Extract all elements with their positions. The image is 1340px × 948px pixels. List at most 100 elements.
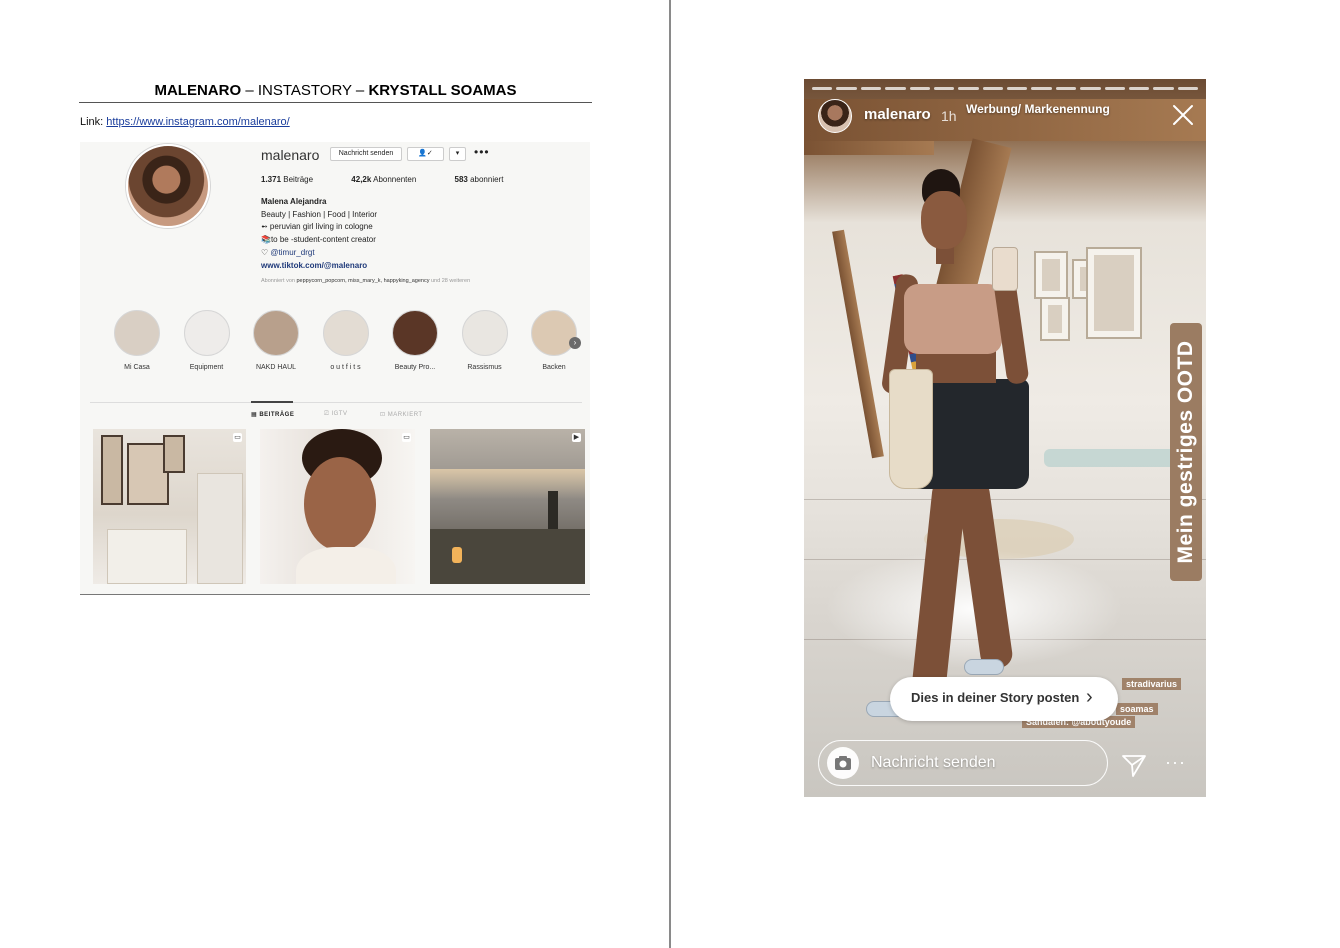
story-message-input[interactable]: Nachricht senden bbox=[818, 740, 1108, 786]
link-label: Link: bbox=[80, 116, 107, 128]
posts-count: 1.371 Beiträge bbox=[261, 175, 314, 184]
wooden-ladder bbox=[832, 229, 884, 459]
highlight-cover bbox=[461, 310, 508, 356]
highlight-label: o u t f i t s bbox=[330, 364, 361, 371]
following-count[interactable]: 583 abonniert bbox=[455, 175, 522, 184]
wall-frame bbox=[1086, 247, 1142, 339]
title-client: KRYSTALL SOAMAS bbox=[368, 82, 517, 99]
highlight-item[interactable]: Equipment bbox=[174, 310, 240, 371]
highlight-item[interactable]: Beauty Pro... bbox=[382, 310, 448, 371]
post-thumbnail-cityscape[interactable]: ▶ bbox=[430, 429, 585, 584]
highlight-item[interactable]: Rassismus bbox=[452, 310, 518, 371]
wall-frame bbox=[1040, 297, 1070, 341]
title-type: INSTASTORY bbox=[257, 82, 352, 99]
share-to-story-button[interactable]: Dies in deiner Story posten › bbox=[890, 677, 1118, 721]
highlights-next-icon[interactable]: › bbox=[569, 337, 581, 349]
story-progress-bar bbox=[812, 87, 1198, 90]
video-badge-icon: ▶ bbox=[572, 433, 581, 442]
title-separator: – bbox=[351, 82, 369, 99]
page-divider bbox=[669, 0, 671, 948]
shirt bbox=[296, 547, 396, 584]
tab-igtv[interactable]: ⎚ IGTV bbox=[324, 411, 347, 418]
profile-link[interactable]: https://www.instagram.com/malenaro/ bbox=[106, 116, 289, 128]
carousel-badge-icon: ▭ bbox=[402, 433, 411, 442]
post-thumbnail-interior[interactable]: ▭ bbox=[93, 429, 246, 584]
highlight-cover bbox=[183, 310, 230, 356]
highlight-label: Rassismus bbox=[467, 364, 502, 371]
active-tab-indicator bbox=[251, 401, 293, 403]
wall-art bbox=[163, 435, 185, 473]
title-rule bbox=[79, 102, 592, 103]
wall-frame bbox=[1034, 251, 1068, 299]
lantern bbox=[452, 547, 462, 563]
highlight-cover bbox=[114, 310, 160, 356]
profile-stats: 1.371 Beiträge 42,2k Abonnenten 583 abon… bbox=[261, 175, 539, 184]
phone bbox=[992, 247, 1018, 291]
sky-glow bbox=[430, 469, 585, 499]
person-bag bbox=[889, 369, 933, 489]
shelf bbox=[107, 529, 187, 584]
story-username[interactable]: malenaro bbox=[864, 106, 931, 123]
tab-tagged[interactable]: ⊡ MARKIERT bbox=[380, 411, 423, 418]
brand-tag[interactable]: soamas bbox=[1116, 703, 1158, 715]
share-to-story-label: Dies in deiner Story posten bbox=[911, 690, 1080, 705]
brand-tag[interactable]: stradivarius bbox=[1122, 678, 1182, 690]
highlight-label: Beauty Pro... bbox=[394, 364, 436, 371]
highlight-cover bbox=[531, 310, 577, 356]
highlight-label: Backen bbox=[542, 364, 566, 371]
instagram-story-screenshot: malenaro 1h Werbung/ Markenennung Mein g… bbox=[804, 79, 1206, 797]
camera-icon[interactable] bbox=[827, 747, 859, 779]
bio-line: Beauty | Fashion | Food | Interior bbox=[261, 209, 378, 219]
profile-bio: Malena Alejandra Beauty | Fashion | Food… bbox=[261, 196, 377, 272]
tabs-divider bbox=[90, 402, 582, 403]
mirror bbox=[197, 473, 243, 584]
more-options-icon[interactable]: ••• bbox=[474, 145, 490, 159]
story-avatar[interactable] bbox=[818, 99, 852, 133]
wall-art bbox=[101, 435, 123, 505]
bio-mention-link[interactable]: @timur_drgt bbox=[270, 248, 314, 257]
link-line: Link: https://www.instagram.com/malenaro… bbox=[80, 116, 290, 128]
bio-line: 📚to be -student-content creator bbox=[261, 235, 376, 245]
bio-line: ➻ peruvian girl living in cologne bbox=[261, 222, 373, 232]
highlight-cover bbox=[322, 310, 369, 356]
highlight-cover bbox=[392, 310, 438, 356]
title-brand: MALENARO bbox=[154, 82, 242, 99]
close-icon[interactable] bbox=[1171, 103, 1195, 127]
bio-website-link[interactable]: www.tiktok.com/@malenaro bbox=[261, 260, 377, 273]
floor-tile-line bbox=[804, 499, 1206, 500]
paid-partnership-label: Werbung/ Markenennung bbox=[966, 102, 1110, 116]
tab-posts[interactable]: ▦ BEITRÄGE bbox=[251, 411, 294, 418]
following-button[interactable]: 👤✓ bbox=[407, 147, 444, 161]
followers-count[interactable]: 42,2k Abonnenten bbox=[351, 175, 434, 184]
person-shoe bbox=[964, 659, 1004, 675]
bio-name: Malena Alejandra bbox=[261, 197, 327, 206]
instagram-profile-screenshot: malenaro Nachricht senden 👤✓ ▾ ••• 1.371… bbox=[80, 142, 590, 595]
highlight-item[interactable]: Mi Casa bbox=[104, 310, 170, 371]
bio-line: ♡ @timur_drgt bbox=[261, 247, 315, 257]
title-separator: – bbox=[241, 82, 258, 99]
followed-by-names[interactable]: peppycorn_popcorn, miss_mary_k, happykin… bbox=[296, 278, 429, 284]
send-icon[interactable] bbox=[1121, 752, 1147, 778]
highlight-label: Mi Casa bbox=[124, 364, 150, 371]
followed-by-text: Abonniert von peppycorn_popcorn, miss_ma… bbox=[261, 278, 471, 284]
ceiling-beam bbox=[804, 141, 934, 155]
carousel-badge-icon: ▭ bbox=[233, 433, 242, 442]
face bbox=[304, 457, 376, 551]
dropdown-button[interactable]: ▾ bbox=[449, 147, 466, 161]
highlight-label: NAKD HAUL bbox=[255, 364, 297, 371]
ootd-sticker-text: Mein gestriges OOTD bbox=[1174, 340, 1197, 564]
highlight-item[interactable]: o u t f i t s bbox=[313, 310, 379, 371]
profile-avatar bbox=[126, 144, 210, 228]
document-title: MALENARO – INSTASTORY – KRYSTALL SOAMAS bbox=[79, 82, 592, 100]
message-placeholder: Nachricht senden bbox=[871, 754, 996, 771]
profile-username: malenaro bbox=[261, 147, 320, 163]
highlight-label: Equipment bbox=[189, 364, 224, 371]
person-top bbox=[904, 284, 1002, 354]
highlight-item[interactable]: NAKD HAUL bbox=[243, 310, 309, 371]
more-options-icon[interactable]: ··· bbox=[1165, 752, 1186, 773]
highlight-cover bbox=[253, 310, 299, 356]
story-timestamp: 1h bbox=[941, 108, 957, 124]
person-head bbox=[921, 191, 967, 249]
message-button[interactable]: Nachricht senden bbox=[330, 147, 402, 161]
post-thumbnail-portrait[interactable]: ▭ bbox=[260, 429, 415, 584]
